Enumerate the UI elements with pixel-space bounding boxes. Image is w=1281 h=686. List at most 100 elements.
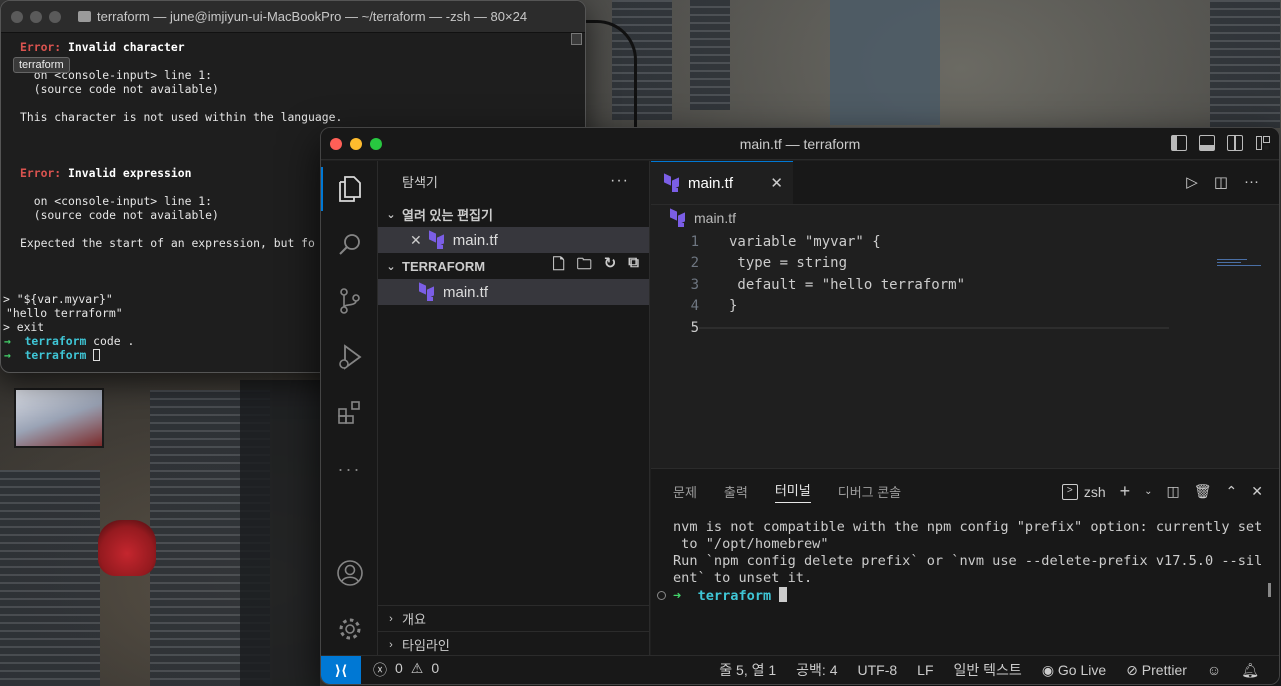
toggle-secondary-sidebar-icon[interactable] bbox=[1227, 135, 1243, 151]
terminal-line: ent` to unset it. bbox=[673, 570, 813, 586]
terminal-line: to "/opt/homebrew" bbox=[673, 536, 829, 552]
outline-section[interactable]: › 개요 bbox=[378, 605, 649, 631]
editor-area: main.tf ✕ ▷ ◫ ··· main.tf 1 variable "myv… bbox=[651, 161, 1279, 468]
chevron-down-icon: ⌄ bbox=[386, 208, 396, 221]
open-editors-section[interactable]: ⌄ 열려 있는 편집기 bbox=[378, 201, 649, 227]
zoom-button[interactable] bbox=[49, 10, 61, 23]
minimize-button[interactable] bbox=[30, 10, 42, 23]
explorer-sidebar: 탐색기 ··· ⌄ 열려 있는 편집기 ✕ main.tf ⌄ TERRAFOR… bbox=[378, 161, 650, 657]
tab-debug-console[interactable]: 디버그 콘솔 bbox=[838, 482, 901, 501]
terminal-line: Error: Invalid character bbox=[20, 40, 185, 54]
split-editor-icon[interactable]: ◫ bbox=[1214, 173, 1228, 191]
tab-tooltip: terraform bbox=[13, 57, 70, 73]
bottom-panel: 문제 출력 터미널 디버그 콘솔 > zsh + ⌄ ◫ 🗑 ⌃ ✕ nvm i… bbox=[651, 468, 1279, 657]
explorer-icon[interactable] bbox=[321, 161, 378, 217]
search-icon[interactable] bbox=[321, 217, 378, 273]
close-icon[interactable]: ✕ bbox=[770, 174, 783, 192]
refresh-icon[interactable]: ↻ bbox=[604, 254, 617, 279]
toggle-panel-icon[interactable] bbox=[1199, 135, 1215, 151]
new-file-icon[interactable]: 🗋 bbox=[553, 254, 565, 279]
gear-icon[interactable] bbox=[321, 601, 378, 657]
terminal-shell-selector[interactable]: > zsh bbox=[1061, 483, 1106, 500]
close-button[interactable] bbox=[330, 137, 342, 150]
prettier-button[interactable]: ⊘ Prettier bbox=[1126, 662, 1187, 679]
cursor bbox=[779, 587, 788, 602]
activity-bar: ··· bbox=[321, 161, 378, 657]
spider-hand-image bbox=[98, 520, 156, 576]
split-terminal-icon[interactable]: ◫ bbox=[1167, 483, 1180, 500]
timeline-section[interactable]: › 타임라인 bbox=[378, 631, 649, 657]
collapse-all-icon[interactable]: ⧉ bbox=[628, 254, 639, 279]
terminal-prompt: ➜ terraform bbox=[657, 587, 1279, 604]
zoom-button[interactable] bbox=[370, 137, 382, 150]
maximize-panel-icon[interactable]: ⌃ bbox=[1226, 483, 1238, 500]
tab-problems[interactable]: 문제 bbox=[673, 482, 697, 501]
bell-icon[interactable]: 🔔︎ bbox=[1241, 662, 1259, 679]
run-debug-icon[interactable] bbox=[321, 329, 378, 385]
folder-section[interactable]: ⌄ TERRAFORM 🗋 🗀 ↻ ⧉ bbox=[378, 253, 649, 279]
code-editor[interactable]: 1 variable "myvar" { 2 type = string 3 de… bbox=[651, 231, 1279, 339]
encoding[interactable]: UTF-8 bbox=[858, 662, 898, 678]
customize-layout-icon[interactable] bbox=[1255, 135, 1271, 151]
terminal-title: terraform — june@imjiyun-ui-MacBookPro —… bbox=[78, 9, 527, 24]
terminal-line: on <console-input> line 1: bbox=[20, 68, 213, 82]
toggle-sidebar-icon[interactable] bbox=[1171, 135, 1187, 151]
warning-icon: ⚠ bbox=[410, 660, 424, 676]
go-live-button[interactable]: ◉ Go Live bbox=[1042, 662, 1106, 679]
tab-terminal[interactable]: 터미널 bbox=[774, 480, 811, 503]
scrollbar[interactable] bbox=[1268, 583, 1271, 597]
new-folder-icon[interactable]: 🗀 bbox=[577, 254, 592, 279]
end-of-line[interactable]: LF bbox=[917, 662, 933, 678]
chevron-right-icon: › bbox=[389, 612, 393, 625]
terminal-line: Run `npm config delete prefix` or `nvm u… bbox=[673, 553, 1263, 569]
new-terminal-icon[interactable]: + bbox=[1120, 481, 1131, 502]
cursor-position[interactable]: 줄 5, 열 1 bbox=[719, 660, 776, 680]
billboard-image bbox=[14, 388, 104, 448]
more-actions-icon[interactable]: ··· bbox=[610, 172, 629, 190]
tab-main-tf[interactable]: main.tf ✕ bbox=[651, 161, 793, 204]
chevron-right-icon: › bbox=[389, 638, 393, 651]
source-control-icon[interactable] bbox=[321, 273, 378, 329]
language-mode[interactable]: 일반 텍스트 bbox=[954, 660, 1022, 680]
file-tree-item[interactable]: main.tf bbox=[378, 279, 649, 305]
terraform-file-icon bbox=[418, 283, 436, 301]
more-actions-icon[interactable]: ··· bbox=[1244, 173, 1259, 191]
remote-indicator-icon[interactable]: ⟩⟨ bbox=[321, 655, 361, 684]
close-icon[interactable]: ✕ bbox=[410, 232, 422, 249]
tab-output[interactable]: 출력 bbox=[724, 482, 748, 501]
explorer-title: 탐색기 bbox=[402, 174, 438, 190]
indentation[interactable]: 공백: 4 bbox=[796, 660, 837, 680]
chevron-down-icon[interactable]: ⌄ bbox=[1144, 486, 1152, 497]
vscode-window[interactable]: main.tf — terraform ··· 탐색기 ··· ⌄ 열려 있는 … bbox=[320, 127, 1280, 685]
terminal-line: This character is not used within the la… bbox=[20, 110, 343, 124]
close-button[interactable] bbox=[11, 10, 23, 23]
terraform-file-icon bbox=[663, 174, 681, 192]
breadcrumb[interactable]: main.tf bbox=[651, 205, 1279, 231]
chevron-down-icon: ⌄ bbox=[386, 260, 396, 273]
prettier-icon: ⊘ bbox=[1126, 661, 1138, 678]
feedback-icon[interactable]: ☺ bbox=[1207, 662, 1221, 678]
account-icon[interactable] bbox=[321, 545, 378, 601]
more-icon[interactable]: ··· bbox=[321, 441, 378, 497]
terminal-icon: > bbox=[1061, 483, 1078, 500]
code-line: 1 variable "myvar" { bbox=[690, 233, 881, 250]
terminal-line: nvm is not compatible with the npm confi… bbox=[673, 519, 1263, 535]
run-icon[interactable]: ▷ bbox=[1186, 173, 1198, 191]
folder-icon bbox=[78, 11, 91, 22]
status-bar: ⟩⟨ ⓧ 0 ⚠ 0 줄 5, 열 1 공백: 4 UTF-8 LF 일반 텍스트 … bbox=[321, 655, 1279, 684]
cable-image bbox=[585, 20, 637, 128]
close-panel-icon[interactable]: ✕ bbox=[1251, 483, 1263, 500]
integrated-terminal[interactable]: nvm is not compatible with the npm confi… bbox=[651, 513, 1279, 604]
problems-indicator[interactable]: ⓧ 0 ⚠ 0 bbox=[373, 660, 439, 680]
minimize-button[interactable] bbox=[350, 137, 362, 150]
code-line: 3 default = "hello terraform" bbox=[690, 276, 966, 293]
open-editor-item[interactable]: ✕ main.tf bbox=[378, 227, 649, 253]
extensions-icon[interactable] bbox=[321, 385, 378, 441]
window-title: main.tf — terraform bbox=[739, 135, 861, 152]
minimap[interactable] bbox=[1217, 259, 1267, 266]
command-decoration-icon[interactable] bbox=[657, 591, 666, 600]
trash-icon[interactable]: 🗑 bbox=[1194, 483, 1212, 500]
code-line: 2 type = string bbox=[690, 255, 848, 272]
vscode-titlebar[interactable]: main.tf — terraform bbox=[321, 128, 1279, 160]
terminal-titlebar[interactable]: terraform — june@imjiyun-ui-MacBookPro —… bbox=[1, 1, 585, 33]
